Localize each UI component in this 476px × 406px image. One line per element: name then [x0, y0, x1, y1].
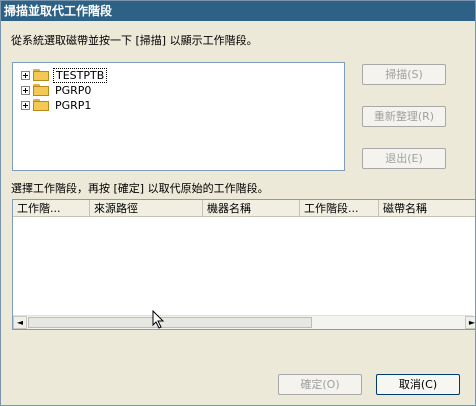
- folder-icon: [33, 84, 49, 96]
- column-header-session-type[interactable]: 工作階段...: [300, 200, 379, 217]
- cancel-button[interactable]: 取消(C): [376, 374, 460, 395]
- column-header-session[interactable]: 工作階...: [13, 200, 90, 217]
- eject-button[interactable]: 退出(E): [362, 148, 446, 169]
- scroll-right-icon[interactable]: ►: [465, 316, 475, 329]
- horizontal-scrollbar[interactable]: ◄ ►: [13, 315, 475, 329]
- tree-item-pgrp1[interactable]: PGRP1: [21, 98, 93, 112]
- ok-button[interactable]: 確定(O): [278, 374, 362, 395]
- expand-icon[interactable]: [21, 70, 30, 80]
- scroll-left-icon[interactable]: ◄: [13, 316, 27, 329]
- scan-button[interactable]: 掃描(S): [362, 64, 446, 85]
- folder-icon: [33, 69, 49, 81]
- dialog-title: 掃描並取代工作階段: [1, 1, 475, 21]
- folder-icon: [33, 99, 49, 111]
- column-header-machine-name[interactable]: 機器名稱: [203, 200, 300, 217]
- mouse-cursor-icon: [152, 310, 165, 329]
- scan-replace-dialog: 掃描並取代工作階段 從系統選取磁帶並按一下 [掃描] 以顯示工作階段。 TEST…: [0, 0, 476, 406]
- tree-item-label: PGRP0: [55, 83, 92, 97]
- tree-item-testptb[interactable]: TESTPTB: [21, 67, 108, 83]
- instruction-text: 從系統選取磁帶並按一下 [掃描] 以顯示工作階段。: [11, 34, 258, 47]
- tape-tree[interactable]: TESTPTB PGRP0 PGRP1: [12, 62, 345, 171]
- session-list[interactable]: 工作階... 來源路徑 機器名稱 工作階段... 磁帶名稱 ◄ ►: [12, 199, 475, 330]
- expand-icon[interactable]: [21, 85, 30, 95]
- tree-item-label: TESTPTB: [53, 67, 108, 83]
- refresh-button[interactable]: 重新整理(R): [362, 106, 446, 127]
- column-header-tape-name[interactable]: 磁帶名稱: [379, 200, 475, 217]
- scroll-thumb[interactable]: [28, 317, 312, 328]
- tree-item-label: PGRP1: [55, 98, 92, 112]
- column-header-source-path[interactable]: 來源路徑: [90, 200, 203, 217]
- tree-item-pgrp0[interactable]: PGRP0: [21, 83, 93, 97]
- expand-icon[interactable]: [21, 100, 30, 110]
- replace-instruction-text: 選擇工作階段，再按 [確定] 以取代原始的工作階段。: [11, 182, 269, 195]
